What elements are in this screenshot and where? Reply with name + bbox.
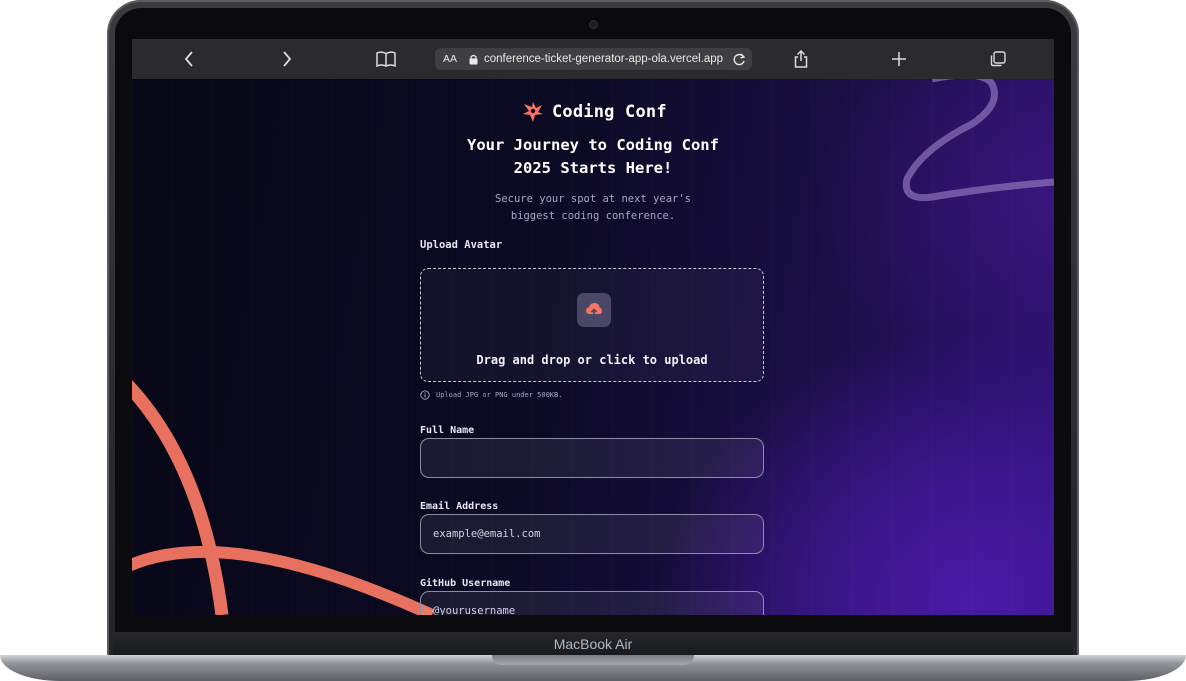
full-name-input[interactable] bbox=[420, 438, 764, 478]
dropzone-text: Drag and drop or click to upload bbox=[476, 353, 708, 367]
chevron-left-icon[interactable] bbox=[175, 45, 203, 73]
upload-cloud-icon bbox=[577, 293, 611, 327]
upload-hint-text: Upload JPG or PNG under 500KB. bbox=[436, 391, 563, 399]
browser-toolbar: AA conference-ticket-generator-app-ola.v… bbox=[132, 39, 1054, 79]
reload-icon[interactable] bbox=[730, 50, 748, 68]
address-bar[interactable]: AA conference-ticket-generator-app-ola.v… bbox=[435, 48, 752, 70]
lock-icon bbox=[469, 53, 481, 65]
coding-conf-logo-icon bbox=[523, 102, 543, 122]
page-title: Your Journey to Coding Conf 2025 Starts … bbox=[467, 136, 719, 177]
upload-hint: Upload JPG or PNG under 500KB. bbox=[420, 390, 562, 400]
info-icon bbox=[420, 390, 430, 400]
brand[interactable]: Coding Conf bbox=[522, 101, 667, 123]
plus-icon[interactable] bbox=[885, 45, 913, 73]
upload-avatar-label: Upload Avatar bbox=[420, 239, 503, 251]
camera-icon bbox=[590, 21, 597, 28]
email-input[interactable] bbox=[420, 514, 764, 554]
page-subtitle: Secure your spot at next year's biggest … bbox=[495, 193, 691, 222]
chevron-right-icon[interactable] bbox=[273, 45, 301, 73]
model-label: MacBook Air bbox=[553, 636, 633, 652]
reader-options-button[interactable]: AA bbox=[443, 53, 465, 65]
email-label: Email Address bbox=[420, 501, 499, 512]
laptop-notch bbox=[492, 655, 694, 665]
share-icon[interactable] bbox=[787, 45, 815, 73]
url-text: conference-ticket-generator-app-ola.verc… bbox=[484, 53, 724, 65]
brand-name: Coding Conf bbox=[552, 102, 667, 122]
book-icon[interactable] bbox=[372, 45, 400, 73]
github-username-label: GitHub Username bbox=[420, 578, 511, 589]
github-username-input[interactable] bbox=[420, 591, 764, 615]
screen: AA conference-ticket-generator-app-ola.v… bbox=[132, 39, 1054, 615]
full-name-label: Full Name bbox=[420, 425, 475, 436]
tabs-icon[interactable] bbox=[984, 45, 1012, 73]
web-page: Coding Conf Your Journey to Coding Conf … bbox=[132, 79, 1054, 615]
avatar-dropzone[interactable]: Drag and drop or click to upload bbox=[420, 268, 764, 382]
